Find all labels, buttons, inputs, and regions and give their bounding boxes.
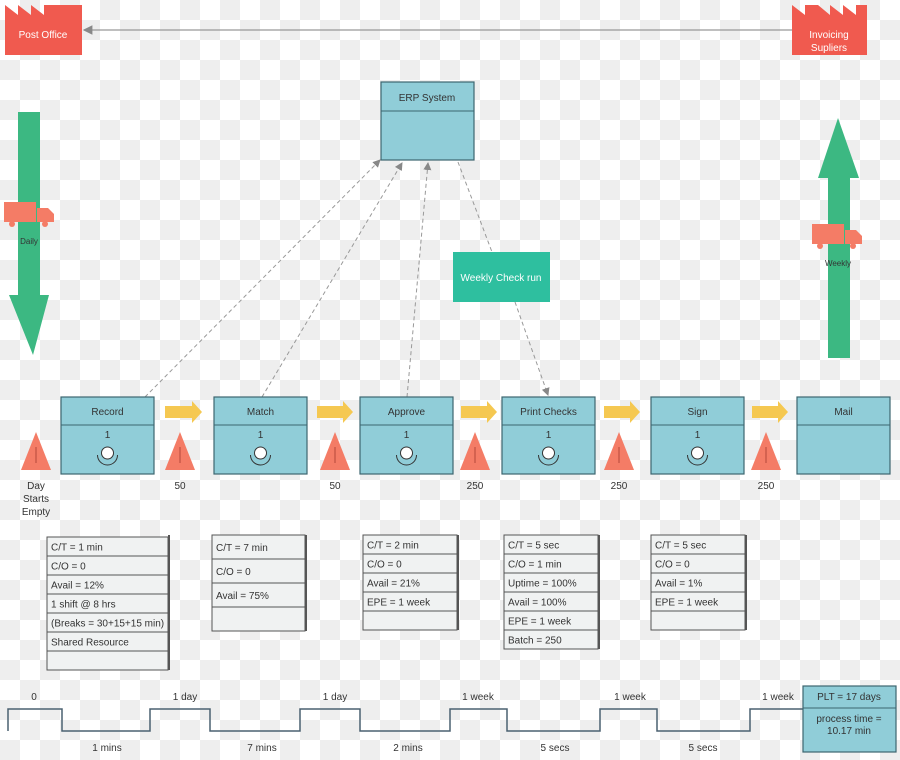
operator-count: 1 bbox=[404, 430, 410, 441]
lead-time-summary: PLT = 17 days process time =10.17 min bbox=[802, 685, 897, 753]
data-box-row: Batch = 250 bbox=[508, 636, 562, 647]
push-arrow bbox=[604, 401, 640, 423]
data-box-row: (Breaks = 30+15+15 min) bbox=[51, 619, 164, 630]
inventory-label: Starts bbox=[23, 494, 49, 505]
data-box-row: C/T = 7 min bbox=[216, 543, 268, 554]
process-box-mail[interactable]: Mail bbox=[796, 396, 891, 475]
data-box-row: C/O = 0 bbox=[367, 560, 402, 571]
process-time: 7 mins bbox=[247, 743, 276, 754]
process-name: Print Checks bbox=[520, 407, 577, 418]
push-arrow bbox=[461, 401, 497, 423]
data-box-row: C/T = 5 sec bbox=[655, 541, 706, 552]
inventory-label: Empty bbox=[22, 507, 50, 518]
data-box-row: EPE = 1 week bbox=[367, 598, 431, 609]
process-name: Record bbox=[91, 407, 123, 418]
invoicing-suppliers-factory: Invoicing Supliers bbox=[792, 5, 867, 55]
wait-time: 1 day bbox=[323, 692, 347, 703]
process-box-print-checks[interactable]: Print Checks 1 bbox=[501, 396, 596, 475]
value-stream-map: Post Office Invoicing Supliers ERP Syste… bbox=[4, 5, 897, 754]
data-box-row: Uptime = 100% bbox=[508, 579, 577, 590]
process-name: Approve bbox=[388, 407, 426, 418]
operator-count: 1 bbox=[258, 430, 264, 441]
inventory-label: 250 bbox=[467, 481, 484, 492]
process-time: 5 secs bbox=[689, 743, 718, 754]
data-box-row: Avail = 21% bbox=[367, 579, 420, 590]
data-box-row: Avail = 1% bbox=[655, 579, 702, 590]
data-box-row: C/T = 1 min bbox=[51, 543, 103, 554]
data-box-row: C/O = 0 bbox=[216, 567, 251, 578]
process-time: 2 mins bbox=[393, 743, 422, 754]
operator-count: 1 bbox=[546, 430, 552, 441]
wait-time: 1 week bbox=[762, 692, 795, 703]
factory-label: Supliers bbox=[811, 43, 847, 54]
process-box-match[interactable]: Match 1 bbox=[213, 396, 308, 475]
data-box: C/T = 5 sec C/O = 0 Avail = 1% EPE = 1 week bbox=[650, 534, 747, 631]
transport-frequency: Daily bbox=[20, 237, 38, 246]
process-name: Mail bbox=[834, 407, 852, 418]
data-box: C/T = 2 min C/O = 0 Avail = 21% EPE = 1 wee… bbox=[362, 534, 459, 631]
inventory-label: Day bbox=[27, 481, 45, 492]
operator-count: 1 bbox=[105, 430, 111, 441]
operator-count: 1 bbox=[695, 430, 701, 441]
inventory-triangle: 250 bbox=[751, 432, 781, 492]
wait-time: 0 bbox=[31, 692, 37, 703]
process-box-record[interactable]: Record 1 bbox=[60, 396, 155, 475]
weekly-check-run-box[interactable]: Weekly Check run bbox=[453, 252, 550, 302]
shipment-down-arrow bbox=[9, 112, 49, 355]
plt-label: PLT = 17 days bbox=[817, 692, 881, 703]
inventory-label: 250 bbox=[758, 481, 775, 492]
factory-label: Post Office bbox=[19, 30, 68, 41]
inventory-triangle: 250 bbox=[460, 432, 490, 492]
process-name: Sign bbox=[687, 407, 707, 418]
wait-time: 1 week bbox=[614, 692, 647, 703]
data-box-row: Avail = 75% bbox=[216, 591, 269, 602]
data-box: C/T = 1 min C/O = 0 Avail = 12% 1 shift @ 8… bbox=[46, 535, 170, 671]
data-box-row: C/O = 0 bbox=[655, 560, 690, 571]
timeline-ladder bbox=[7, 708, 803, 732]
erp-system-box[interactable]: ERP System bbox=[380, 81, 475, 161]
process-time: 1 mins bbox=[92, 743, 121, 754]
process-time-label: process time = bbox=[816, 714, 881, 725]
push-arrow bbox=[317, 401, 353, 423]
data-box-row: C/T = 5 sec bbox=[508, 541, 559, 552]
inventory-triangle: 250 bbox=[604, 432, 634, 492]
push-arrow bbox=[165, 401, 202, 423]
process-box-approve[interactable]: Approve 1 bbox=[359, 396, 454, 475]
transport-frequency: Weekly bbox=[825, 259, 851, 268]
data-box-row: C/O = 0 bbox=[51, 562, 86, 573]
factory-label: Invoicing bbox=[809, 30, 848, 41]
data-box-row: EPE = 1 week bbox=[508, 617, 572, 628]
data-box-row: Avail = 12% bbox=[51, 581, 104, 592]
inventory-label: 50 bbox=[174, 481, 186, 492]
inventory-triangle: Day Starts Empty bbox=[21, 432, 51, 518]
data-box-row: Shared Resource bbox=[51, 638, 129, 649]
post-office-factory: Post Office bbox=[5, 5, 82, 55]
data-box-row: C/O = 1 min bbox=[508, 560, 562, 571]
process-box-sign[interactable]: Sign 1 bbox=[650, 396, 745, 475]
wait-time: 1 day bbox=[173, 692, 197, 703]
inventory-label: 50 bbox=[329, 481, 341, 492]
data-box-row: 1 shift @ 8 hrs bbox=[51, 600, 116, 611]
data-box: C/T = 7 min C/O = 0 Avail = 75% bbox=[211, 534, 307, 632]
push-arrow bbox=[752, 401, 788, 423]
inventory-triangle: 50 bbox=[165, 432, 195, 492]
inventory-label: 250 bbox=[611, 481, 628, 492]
process-time-value: 10.17 min bbox=[827, 726, 871, 737]
data-box-row: EPE = 1 week bbox=[655, 598, 719, 609]
inventory-triangle: 50 bbox=[320, 432, 350, 492]
data-box: C/T = 5 sec C/O = 1 min Uptime = 100% Avail… bbox=[503, 534, 600, 650]
process-time: 5 secs bbox=[541, 743, 570, 754]
process-name: Match bbox=[247, 407, 274, 418]
weekly-check-label: Weekly Check run bbox=[461, 273, 542, 284]
data-box-row: C/T = 2 min bbox=[367, 541, 419, 552]
wait-time: 1 week bbox=[462, 692, 495, 703]
data-box-row: Avail = 100% bbox=[508, 598, 567, 609]
erp-label: ERP System bbox=[399, 93, 456, 104]
